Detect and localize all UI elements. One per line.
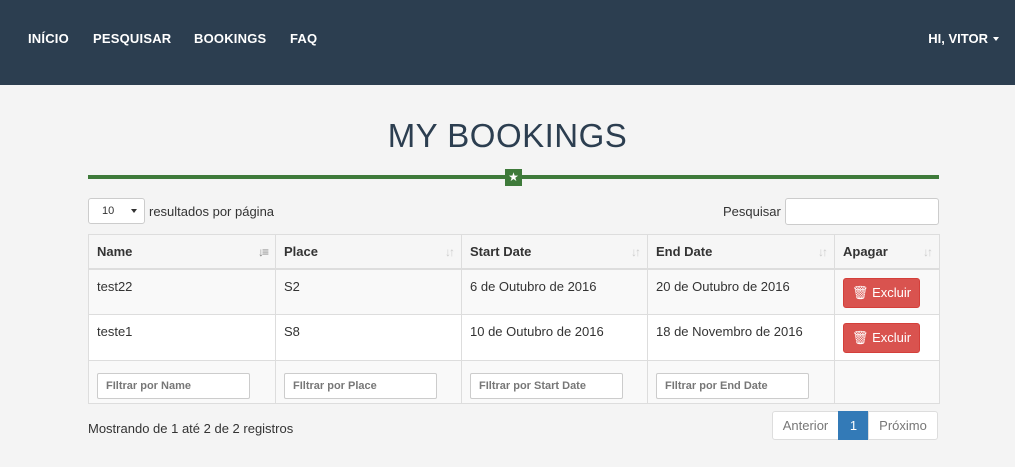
cell-name: teste1 xyxy=(88,314,276,361)
results-per-page-label: resultados por página xyxy=(149,204,275,219)
filter-cell: FIltrar por Place xyxy=(275,360,462,404)
header-end-date-label: End Date xyxy=(656,243,713,259)
search-label: Pesquisar xyxy=(723,204,781,219)
navbar: INÍCIO PESQUISAR BOOKINGS FAQ HI, VITOR xyxy=(0,0,1015,85)
results-per-page-select[interactable]: 10 xyxy=(88,198,145,224)
user-menu-label: HI, VITOR xyxy=(928,31,988,46)
trash-icon: 🗑 xyxy=(851,284,869,300)
pagination: Anterior 1 Próximo xyxy=(772,411,938,440)
cell-action: 🗑 Excluir xyxy=(834,268,940,315)
nav-faq[interactable]: FAQ xyxy=(290,31,317,46)
search-input[interactable] xyxy=(785,198,939,225)
cell-action: 🗑 Excluir xyxy=(834,314,940,361)
pagination-previous[interactable]: Anterior xyxy=(772,411,839,440)
caret-down-icon xyxy=(993,36,999,41)
nav-inicio[interactable]: INÍCIO xyxy=(28,31,69,46)
filter-start-date-input[interactable]: FIltrar por Start Date xyxy=(470,373,623,399)
cell-start-date: 10 de Outubro de 2016 xyxy=(461,314,648,361)
star-icon: ★ xyxy=(505,169,522,186)
nav-bookings[interactable]: BOOKINGS xyxy=(194,31,266,46)
trash-icon: 🗑 xyxy=(851,330,869,345)
header-start-date[interactable]: Start Date ↓↑ xyxy=(461,234,648,270)
sort-icon: ↓↑ xyxy=(445,245,455,259)
bookings-table: Name ↓≡ Place ↓↑ Start Date ↓↑ End Date ↓↑ A… xyxy=(88,234,940,404)
filter-place-input[interactable]: FIltrar por Place xyxy=(284,373,437,399)
filter-row: FIltrar por Name FIltrar por Place FIltr… xyxy=(88,360,940,404)
filter-cell: FIltrar por Name xyxy=(88,360,276,404)
cell-start-date: 6 de Outubro de 2016 xyxy=(461,268,648,315)
header-name-label: Name xyxy=(97,243,133,259)
table-header-row: Name ↓≡ Place ↓↑ Start Date ↓↑ End Date ↓↑ A… xyxy=(88,234,940,270)
chevron-down-icon xyxy=(131,209,137,213)
filter-name-input[interactable]: FIltrar por Name xyxy=(97,373,250,399)
sort-icon: ↓↑ xyxy=(631,245,641,259)
cell-name: test22 xyxy=(88,268,276,315)
pagination-page-1[interactable]: 1 xyxy=(838,411,869,440)
delete-button-label: Excluir xyxy=(872,284,912,300)
header-place[interactable]: Place ↓↑ xyxy=(275,234,462,270)
filter-cell: FIltrar por Start Date xyxy=(461,360,648,404)
pagination-next[interactable]: Próximo xyxy=(868,411,938,440)
table-row: test22 S2 6 de Outubro de 2016 20 de Out… xyxy=(88,268,940,315)
header-start-date-label: Start Date xyxy=(470,243,532,259)
nav-pesquisar[interactable]: PESQUISAR xyxy=(93,31,171,46)
sort-asc-icon: ↓≡ xyxy=(257,245,269,259)
cell-end-date: 18 de Novembro de 2016 xyxy=(647,314,835,361)
table-row: teste1 S8 10 de Outubro de 2016 18 de No… xyxy=(88,314,940,361)
cell-end-date: 20 de Outubro de 2016 xyxy=(647,268,835,315)
delete-button-label: Excluir xyxy=(872,330,912,345)
sort-icon: ↓↑ xyxy=(818,245,828,259)
user-menu[interactable]: HI, VITOR xyxy=(928,31,999,46)
table-info: Mostrando de 1 até 2 de 2 registros xyxy=(88,421,294,436)
filter-cell: FIltrar por End Date xyxy=(647,360,835,404)
header-end-date[interactable]: End Date ↓↑ xyxy=(647,234,835,270)
cell-place: S2 xyxy=(275,268,462,315)
delete-button[interactable]: 🗑 Excluir xyxy=(843,277,920,308)
page-title: MY BOOKINGS xyxy=(387,117,628,154)
filter-end-date-input[interactable]: FIltrar por End Date xyxy=(656,373,809,399)
header-apagar-label: Apagar xyxy=(843,243,888,259)
header-apagar[interactable]: Apagar ↓↑ xyxy=(834,234,940,270)
delete-button[interactable]: 🗑 Excluir xyxy=(843,323,920,353)
header-place-label: Place xyxy=(284,243,318,259)
results-per-page-value: 10 xyxy=(102,205,115,217)
sort-icon: ↓↑ xyxy=(923,245,933,259)
cell-place: S8 xyxy=(275,314,462,361)
header-name[interactable]: Name ↓≡ xyxy=(88,234,276,270)
filter-cell-empty xyxy=(834,360,940,404)
